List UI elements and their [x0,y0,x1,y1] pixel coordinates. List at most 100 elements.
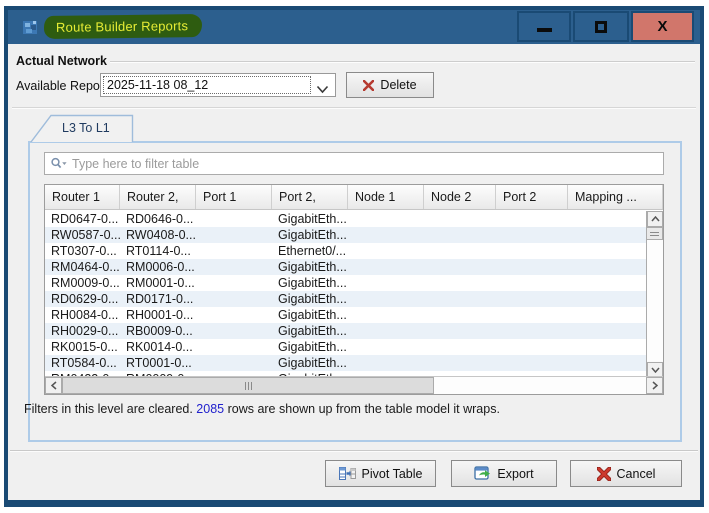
table-cell [496,355,568,371]
table-row[interactable]: RW0587-0...RW0408-0... GigabitEth... [45,227,646,243]
table-cell: RD0629-0... [45,291,120,307]
horizontal-scrollbar[interactable] [45,376,663,394]
table-cell: RH0029-0... [45,323,120,339]
pivot-table-icon [339,466,356,481]
table-cell: GigabitEth... [272,211,348,227]
table-cell [424,227,496,243]
table-row[interactable]: RM0009-0...RM0001-0...GigabitEth... [45,275,646,291]
table-cell: RW0408-0... [120,227,196,243]
table-row[interactable]: RH0029-0...RB0009-0...GigabitEth... [45,323,646,339]
table-cell [424,259,496,275]
table-row[interactable]: RK0015-0...RK0014-0...GigabitEth... [45,339,646,355]
table-cell [568,211,646,227]
route-builder-reports-dialog: Route Builder Reports X Actual Network A… [4,6,704,507]
table-cell: GigabitEth... [272,355,348,371]
horizontal-scroll-thumb[interactable] [62,377,434,394]
table-cell: RM0006-0... [120,259,196,275]
table-cell [196,339,272,355]
table-cell [424,339,496,355]
table-cell: RT0001-0... [120,355,196,371]
window-title: Route Builder Reports [56,18,188,35]
column-header[interactable]: Port 2 [496,185,568,209]
table-cell: RW0587-0... [45,227,120,243]
table-cell [424,275,496,291]
table-cell [568,307,646,323]
tab-label: L3 To L1 [62,121,110,135]
filter-input[interactable] [72,157,663,171]
column-header[interactable]: Node 1 [348,185,424,209]
table-cell [348,275,424,291]
delete-button-label: Delete [380,78,416,92]
table-row[interactable]: RH0084-0...RH0001-0...GigabitEth... [45,307,646,323]
table-cell [196,243,272,259]
table-row[interactable]: RT0584-0...RT0001-0...GigabitEth... [45,355,646,371]
scroll-right-button[interactable] [646,377,663,394]
column-header[interactable]: Router 2, [120,185,196,209]
table-cell: RB0009-0... [120,323,196,339]
section-divider [12,107,696,109]
filter-field[interactable] [44,152,664,175]
export-label: Export [497,467,533,481]
table-cell [424,307,496,323]
table-cell [348,243,424,259]
table-cell: RD0171-0... [120,291,196,307]
column-header[interactable]: Port 2, [272,185,348,209]
column-header[interactable]: Router 1 [45,185,120,209]
table-cell: RK0015-0... [45,339,120,355]
search-icon [50,157,68,171]
table-cell: GigabitEth... [272,275,348,291]
vertical-scroll-thumb[interactable] [647,227,663,240]
table-cell [568,323,646,339]
table-header-row: Router 1Router 2,Port 1Port 2,Node 1Node… [45,185,663,210]
column-header[interactable]: Mapping ... [568,185,663,209]
table-cell: GigabitEth... [272,259,348,275]
table-row[interactable]: RD0647-0...RD0646-0...GigabitEth... [45,211,646,227]
table-row[interactable]: RM0464-0...RM0006-0... GigabitEth... [45,259,646,275]
table-cell [348,211,424,227]
table-cell [496,259,568,275]
scroll-up-button[interactable] [647,211,663,227]
export-button[interactable]: Export [451,460,557,487]
delete-button[interactable]: Delete [346,72,434,98]
table-cell [196,211,272,227]
table-cell: GigabitEth... [272,227,348,243]
table-cell [424,211,496,227]
tab-l3-to-l1[interactable]: L3 To L1 [30,114,134,142]
table-cell [196,275,272,291]
table-cell: RD0647-0... [45,211,120,227]
minimize-button[interactable] [517,11,571,42]
table-cell [348,307,424,323]
table-cell [348,339,424,355]
delete-x-icon [363,80,374,91]
scroll-left-button[interactable] [45,377,62,394]
table-row[interactable]: RD0629-0...RD0171-0...GigabitEth... [45,291,646,307]
combobox-focus-rect: 2025-11-18 08_12 [103,76,311,94]
close-button[interactable]: X [631,11,694,42]
table-cell: RH0084-0... [45,307,120,323]
titlebar[interactable]: Route Builder Reports X [8,10,700,44]
vertical-scrollbar[interactable] [646,211,663,378]
table-cell [196,307,272,323]
available-reports-combobox[interactable]: 2025-11-18 08_12 [100,73,336,97]
cancel-button[interactable]: Cancel [570,460,682,487]
table-cell [196,291,272,307]
minimize-icon [537,28,552,32]
pivot-table-button[interactable]: Pivot Table [325,460,436,487]
table-cell [568,227,646,243]
table-cell [568,259,646,275]
maximize-button[interactable] [573,11,629,42]
row-count: 2085 [196,402,224,416]
column-header[interactable]: Port 1 [196,185,272,209]
maximize-icon [595,21,607,33]
table-cell [348,291,424,307]
table-status-text: Filters in this level are cleared. 2085 … [24,402,500,416]
app-icon [19,16,41,38]
table-cell [568,339,646,355]
horizontal-scroll-track[interactable] [434,377,646,394]
status-prefix: Filters in this level are cleared. [24,402,196,416]
column-header[interactable]: Node 2 [424,185,496,209]
table-cell: RM0464-0... [45,259,120,275]
table-row[interactable]: RT0307-0...RT0114-0...Ethernet0/... [45,243,646,259]
table-cell [496,275,568,291]
vertical-scroll-track[interactable] [647,240,663,361]
